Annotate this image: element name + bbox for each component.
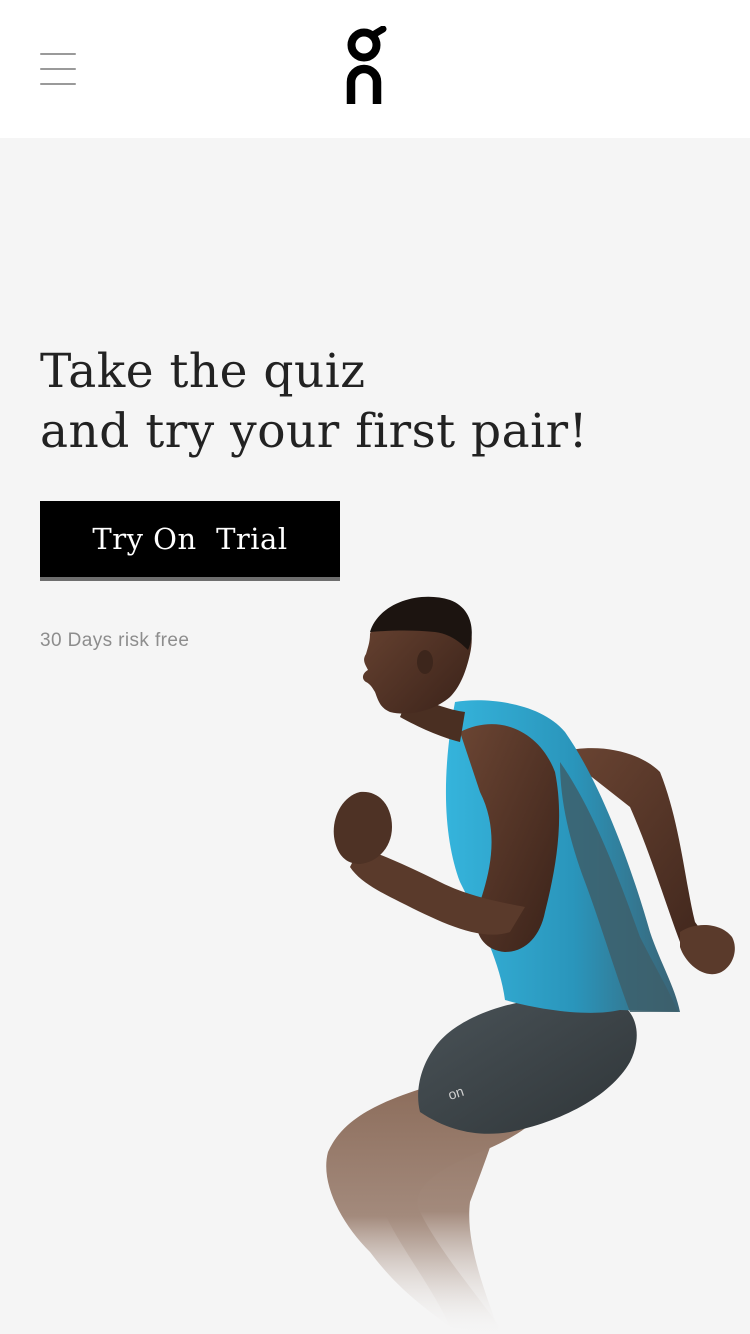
hamburger-menu-icon[interactable] (38, 50, 78, 88)
menu-line (40, 68, 76, 70)
runner-photo: on (326, 596, 735, 1334)
try-on-trial-button[interactable]: Try On Trial (40, 501, 340, 581)
menu-line (40, 53, 76, 55)
menu-line (40, 83, 76, 85)
page: Take the quiz and try your first pair! T… (0, 0, 750, 1334)
hero-section: Take the quiz and try your first pair! T… (0, 138, 750, 1334)
on-logo[interactable] (340, 26, 390, 108)
headline-line-2: and try your first pair! (40, 404, 589, 459)
top-header (0, 0, 750, 138)
risk-free-note: 30 Days risk free (40, 630, 190, 651)
headline-line-1: Take the quiz (40, 344, 366, 399)
hero-headline: Take the quiz and try your first pair! (40, 342, 680, 462)
